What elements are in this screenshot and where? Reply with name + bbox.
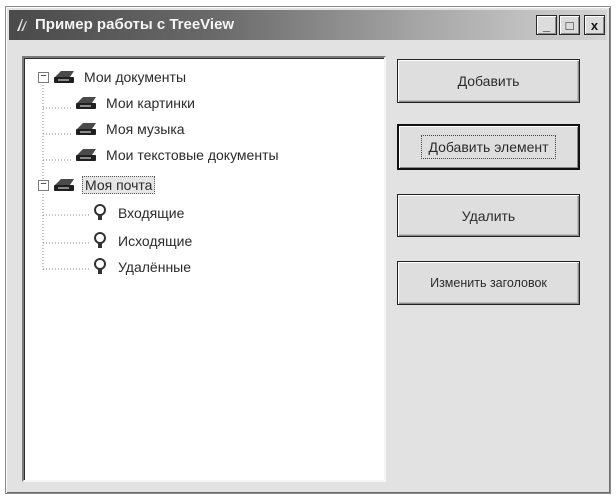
tree-node-label: Моя музыка [106, 121, 185, 137]
tree-node-my-text-documents[interactable]: Мои текстовые документы [74, 144, 279, 166]
app-icon [15, 17, 29, 33]
maximize-icon: □ [565, 17, 574, 33]
expander-my-mail[interactable]: − [38, 180, 49, 191]
add-item-button[interactable]: Добавить элемент [397, 124, 580, 170]
expander-my-documents[interactable]: − [38, 72, 49, 83]
printer-icon [74, 93, 100, 113]
tree-node-inbox[interactable]: Входящие [92, 202, 184, 224]
main-window: Пример работы с TreeView _ □ x − Мои док… [5, 6, 611, 494]
window-title: Пример работы с TreeView [35, 16, 235, 33]
tree-node-outbox[interactable]: Исходящие [92, 230, 192, 252]
printer-icon [52, 175, 78, 195]
lightbulb-icon [92, 203, 108, 223]
add-item-button-label: Добавить элемент [421, 135, 556, 159]
close-icon: x [590, 17, 599, 33]
rename-button[interactable]: Изменить заголовок [397, 261, 580, 305]
delete-button[interactable]: Удалить [397, 194, 580, 237]
tree-node-label: Удалённые [118, 259, 192, 275]
tree-view[interactable]: − Мои документы Мои картинки Моя музыка … [22, 56, 386, 482]
tree-node-label-selected: Моя почта [82, 176, 156, 194]
tree-node-label: Исходящие [118, 233, 193, 249]
lightbulb-icon [92, 257, 108, 277]
tree-node-label: Мои картинки [106, 95, 195, 111]
tree-node-my-music[interactable]: Моя музыка [74, 118, 185, 140]
printer-icon [74, 145, 100, 165]
maximize-button[interactable]: □ [559, 15, 580, 35]
add-button[interactable]: Добавить [397, 59, 580, 103]
tree-node-my-mail[interactable]: Моя почта [52, 174, 156, 196]
tree-node-label: Мои текстовые документы [106, 147, 279, 163]
tree-node-deleted[interactable]: Удалённые [92, 256, 191, 278]
tree-node-my-pictures[interactable]: Мои картинки [74, 92, 195, 114]
printer-icon [74, 119, 100, 139]
title-bar[interactable]: Пример работы с TreeView _ □ x [9, 10, 607, 40]
minimize-icon: _ [542, 17, 551, 33]
lightbulb-icon [92, 231, 108, 251]
minimize-button[interactable]: _ [536, 15, 557, 35]
tree-node-label: Входящие [118, 205, 185, 221]
tree-node-my-documents[interactable]: Мои документы [52, 66, 186, 88]
tree-node-label: Мои документы [84, 69, 187, 85]
printer-icon [52, 67, 78, 87]
close-button[interactable]: x [584, 15, 605, 35]
